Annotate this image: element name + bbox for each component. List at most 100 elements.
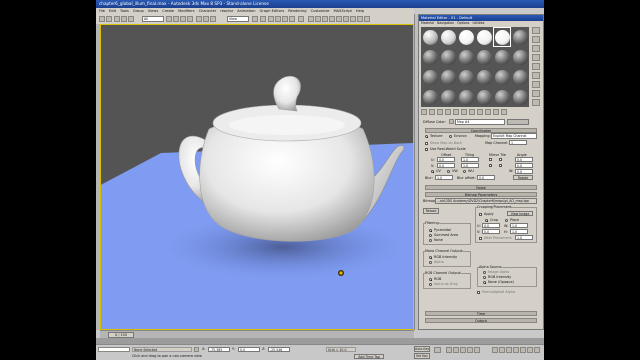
view-image-button[interactable]: View Image	[507, 211, 533, 216]
y-coord-field[interactable]: 0.0	[238, 347, 260, 352]
show-map-in-viewport-icon[interactable]	[477, 109, 483, 115]
image-alpha-radio[interactable]	[483, 271, 486, 274]
redo-icon[interactable]	[106, 16, 112, 22]
sample-uv-tiling-icon[interactable]	[532, 54, 540, 61]
apply-checkbox[interactable]	[479, 213, 482, 216]
add-time-tag-button[interactable]: Add Time Tag	[354, 354, 384, 359]
select-by-material-icon[interactable]	[532, 90, 540, 97]
sample-slot[interactable]	[439, 47, 457, 67]
noise-rollout[interactable]: Noise	[425, 185, 537, 190]
material-effects-channel-icon[interactable]	[469, 109, 475, 115]
blur-offset-field[interactable]: 0.0	[477, 175, 495, 180]
reset-map-icon[interactable]	[445, 109, 451, 115]
set-key-button[interactable]: Set Key	[414, 353, 430, 359]
v-tile-checkbox[interactable]	[499, 164, 502, 167]
sample-slot[interactable]	[439, 67, 457, 87]
quick-render-icon[interactable]	[364, 16, 370, 22]
uv-radio[interactable]	[431, 170, 434, 173]
material-options-icon[interactable]	[532, 81, 540, 88]
rotate-button[interactable]: Rotate	[513, 175, 533, 180]
align-icon[interactable]	[315, 16, 321, 22]
sample-slot[interactable]	[493, 67, 511, 87]
sample-slot[interactable]	[421, 87, 439, 107]
field-of-view-icon[interactable]	[513, 347, 519, 353]
selection-filter-dropdown[interactable]: All	[142, 16, 164, 22]
zoom-extents-icon[interactable]	[506, 347, 512, 353]
sample-slot[interactable]	[457, 27, 475, 47]
put-to-scene-icon[interactable]	[429, 109, 435, 115]
pyramidal-radio[interactable]	[429, 229, 432, 232]
place-radio[interactable]	[505, 219, 508, 222]
key-icon[interactable]	[434, 347, 441, 353]
reference-coord-dropdown[interactable]: View	[227, 16, 249, 22]
go-forward-to-sibling-icon[interactable]	[501, 109, 507, 115]
bitmap-parameters-rollout[interactable]: Bitmap Parameters	[425, 192, 537, 197]
sample-slot-active[interactable]	[493, 27, 511, 47]
video-color-check-icon[interactable]	[532, 63, 540, 70]
maxscript-listener-mini[interactable]	[98, 347, 130, 352]
u-tiling-field[interactable]: 1.0	[461, 157, 479, 162]
jitter-placement-checkbox[interactable]	[479, 237, 482, 240]
crop-w-field[interactable]: 1.0	[510, 223, 528, 228]
schematic-view-icon[interactable]	[336, 16, 342, 22]
make-preview-icon[interactable]	[532, 72, 540, 79]
u-offset-field[interactable]: 0.0	[437, 157, 455, 162]
move-icon[interactable]	[196, 16, 202, 22]
output-rollout[interactable]: Output	[425, 318, 537, 323]
u-tile-checkbox[interactable]	[499, 158, 502, 161]
sample-slot[interactable]	[457, 87, 475, 107]
spinner-snap-icon[interactable]	[289, 16, 295, 22]
angle-snap-icon[interactable]	[275, 16, 281, 22]
eyedropper-icon[interactable]	[449, 119, 454, 124]
v-mirror-checkbox[interactable]	[489, 164, 492, 167]
time-rollout[interactable]: Time	[425, 311, 537, 316]
mirror-icon[interactable]	[308, 16, 314, 22]
select-object-icon[interactable]	[166, 16, 172, 22]
sample-slot[interactable]	[511, 27, 529, 47]
sample-slot[interactable]	[421, 27, 439, 47]
crop-v-field[interactable]: 0.0	[482, 229, 500, 234]
sample-slot[interactable]	[511, 87, 529, 107]
sample-slot[interactable]	[421, 67, 439, 87]
go-to-start-icon[interactable]	[446, 347, 452, 353]
perspective-viewport[interactable]	[100, 24, 414, 330]
previous-frame-icon[interactable]	[453, 347, 459, 353]
sample-slot[interactable]	[439, 87, 457, 107]
auto-key-button[interactable]: Auto Key	[414, 346, 430, 352]
sample-slot[interactable]	[493, 87, 511, 107]
select-by-name-icon[interactable]	[173, 16, 179, 22]
sample-slot[interactable]	[475, 47, 493, 67]
reload-button[interactable]: Reload	[423, 208, 439, 214]
show-end-result-icon[interactable]	[485, 109, 491, 115]
sample-slot[interactable]	[475, 27, 493, 47]
snap-toggle-icon[interactable]	[268, 16, 274, 22]
unlink-icon[interactable]	[121, 16, 127, 22]
medit-menu-utilities[interactable]: Utilities	[472, 21, 484, 26]
go-to-end-icon[interactable]	[474, 347, 480, 353]
alpha-as-gray-radio[interactable]	[429, 283, 432, 286]
next-frame-icon[interactable]	[467, 347, 473, 353]
maximize-viewport-icon[interactable]	[534, 347, 540, 353]
u-angle-field[interactable]: 0.0	[515, 157, 533, 162]
background-icon[interactable]	[532, 45, 540, 52]
curve-editor-icon[interactable]	[329, 16, 335, 22]
v-angle-field[interactable]: 0.0	[515, 163, 533, 168]
bitmap-path-button[interactable]: ...als\3DS Academy\DVD2\Chapter6\maps\pi…	[435, 198, 537, 204]
blur-field[interactable]: 1.0	[435, 175, 453, 180]
material-editor-icon[interactable]	[343, 16, 349, 22]
backlight-icon[interactable]	[532, 36, 540, 43]
window-crossing-icon[interactable]	[187, 16, 193, 22]
real-world-scale-checkbox[interactable]	[425, 148, 428, 151]
lock-selection-icon[interactable]	[194, 347, 199, 352]
mapping-dropdown[interactable]: Explicit Map Channel	[491, 133, 537, 139]
material-map-navigator-icon[interactable]	[532, 99, 540, 106]
put-to-library-icon[interactable]	[461, 109, 467, 115]
assign-to-selection-icon[interactable]	[437, 109, 443, 115]
percent-snap-icon[interactable]	[282, 16, 288, 22]
crop-u-field[interactable]: 0.0	[482, 223, 500, 228]
scale-icon[interactable]	[210, 16, 216, 22]
vw-radio[interactable]	[447, 170, 450, 173]
sample-type-icon[interactable]	[532, 27, 540, 34]
sample-slot[interactable]	[511, 67, 529, 87]
play-icon[interactable]	[460, 347, 466, 353]
